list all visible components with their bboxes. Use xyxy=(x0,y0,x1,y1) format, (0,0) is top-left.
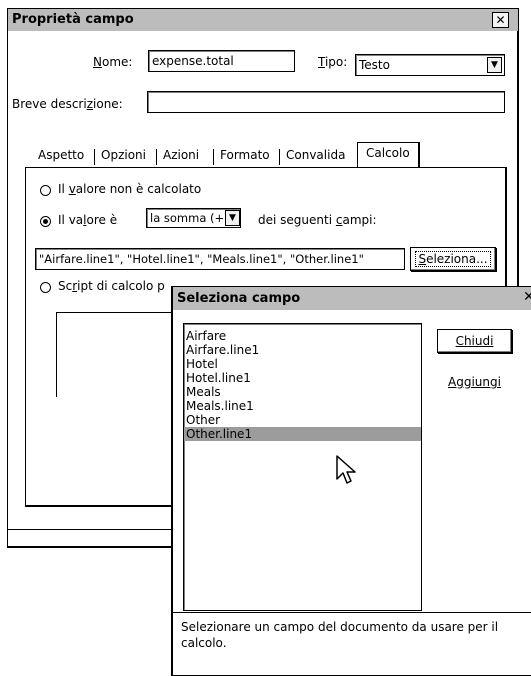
chevron-down-icon[interactable]: ▼ xyxy=(487,57,502,73)
radio-custom-script[interactable] xyxy=(40,282,51,293)
fields-suffix-label: dei seguenti campi: xyxy=(258,213,377,227)
name-input[interactable]: expense.total xyxy=(148,50,295,72)
list-item[interactable]: Hotel xyxy=(184,357,421,371)
add-button[interactable]: Aggiungi xyxy=(437,370,512,394)
field-list[interactable]: Airfare Airfare.line1 Hotel Hotel.line1 … xyxy=(183,323,422,611)
select-field-titlebar[interactable]: Seleziona campo xyxy=(173,287,531,310)
close-icon[interactable]: ✕ xyxy=(523,289,531,305)
dialog-title: Proprietà campo xyxy=(12,12,134,27)
list-item[interactable]: Meals xyxy=(184,385,421,399)
tab-convalida[interactable]: Convalida xyxy=(282,145,349,167)
fields-input[interactable]: "Airfare.line1", "Hotel.line1", "Meals.l… xyxy=(35,248,405,270)
tab-aspetto[interactable]: Aspetto xyxy=(34,145,88,167)
name-label: Nome: xyxy=(93,55,133,69)
close-button[interactable]: Chiudi xyxy=(437,329,512,353)
radio-value-is-label: Il valore è xyxy=(58,213,118,227)
mouse-pointer-icon xyxy=(336,455,356,484)
type-select[interactable]: Testo xyxy=(355,54,505,76)
tab-divider xyxy=(156,149,157,165)
radio-value-is[interactable] xyxy=(40,216,51,227)
radio-not-calculated[interactable] xyxy=(40,185,51,196)
tab-strip: Aspetto Opzioni Azioni Formato Convalida… xyxy=(26,142,506,168)
list-item[interactable]: Meals.line1 xyxy=(184,399,421,413)
tab-divider xyxy=(279,149,280,165)
select-dialog-title: Seleziona campo xyxy=(177,291,301,306)
close-icon[interactable]: ✕ xyxy=(492,12,509,28)
field-properties-titlebar[interactable]: Proprietà campo xyxy=(8,9,518,31)
tab-divider xyxy=(94,149,95,165)
radio-not-calculated-label: Il valore non è calcolato xyxy=(58,182,202,196)
tab-formato[interactable]: Formato xyxy=(216,145,274,167)
tab-opzioni[interactable]: Opzioni xyxy=(97,145,150,167)
list-item[interactable]: Airfare.line1 xyxy=(184,343,421,357)
list-item[interactable]: Other xyxy=(184,413,421,427)
short-description-label: Breve descrizione: xyxy=(12,97,123,111)
type-label: Tipo: xyxy=(318,55,348,69)
tab-azioni[interactable]: Azioni xyxy=(159,145,203,167)
select-fields-button[interactable]: Seleziona... xyxy=(410,247,496,271)
tab-calcolo[interactable]: Calcolo xyxy=(357,142,420,168)
radio-custom-script-label: Script di calcolo p xyxy=(58,279,165,293)
chevron-down-icon[interactable]: ▼ xyxy=(225,210,240,226)
tab-divider xyxy=(213,149,214,165)
hint-box: Selezionare un campo del documento da us… xyxy=(173,612,531,659)
list-item-selected[interactable]: Other.line1 xyxy=(184,427,421,441)
list-item[interactable]: Airfare xyxy=(184,329,421,343)
select-field-dialog: Seleziona campo ✕ Airfare Airfare.line1 … xyxy=(172,286,531,676)
list-item[interactable]: Hotel.line1 xyxy=(184,371,421,385)
short-description-input[interactable] xyxy=(147,91,505,113)
